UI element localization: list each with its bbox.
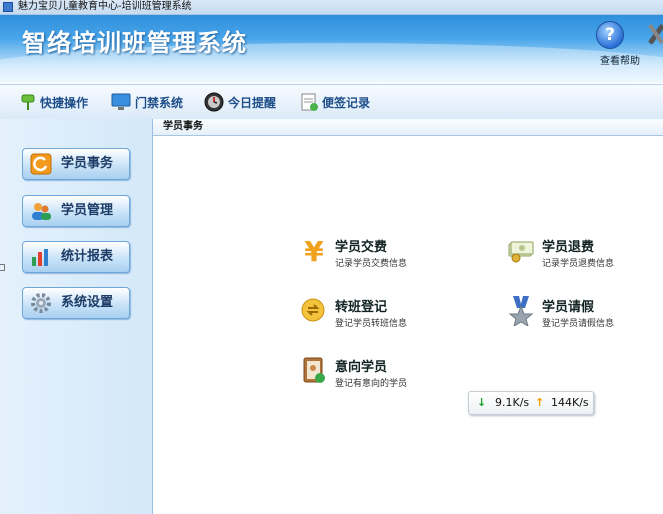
tools-icon xyxy=(648,24,663,45)
toolbar-access-control-label: 门禁系统 xyxy=(135,95,184,110)
toolbar-quick-actions-label: 快捷操作 xyxy=(40,95,89,110)
transfer-icon xyxy=(301,298,325,322)
sidebar-item-student-management[interactable]: 学员管理 xyxy=(22,195,130,227)
help-button[interactable]: ? 查看帮助 xyxy=(590,21,640,71)
toolbar-notes[interactable]: 便签记录 xyxy=(300,90,370,114)
sidebar: 学员事务 学员管理 统计报表 系统设置 xyxy=(0,119,153,514)
window-titlebar: 魅力宝贝儿童教育中心-培训班管理系统 xyxy=(0,0,663,15)
network-speed-widget[interactable]: ↓ 9.1K/s ↑ 144K/s xyxy=(468,391,594,415)
action-title: 意向学员 xyxy=(335,360,388,375)
sidebar-item-label: 学员管理 xyxy=(61,203,114,218)
refresh-icon xyxy=(30,153,52,175)
action-title: 学员交费 xyxy=(335,240,388,255)
clock-icon xyxy=(204,92,224,112)
main-panel-header: 学员事务 xyxy=(153,119,663,136)
money-icon xyxy=(508,241,534,263)
toolbar-today-reminders-label: 今日提醒 xyxy=(228,95,277,110)
download-arrow-icon: ↓ xyxy=(477,396,487,409)
yen-icon: ¥ xyxy=(304,236,324,266)
window-title: 魅力宝贝儿童教育中心-培训班管理系统 xyxy=(18,1,192,12)
sidebar-item-system-settings[interactable]: 系统设置 xyxy=(22,287,130,319)
action-title: 学员请假 xyxy=(542,300,595,315)
contact-book-icon xyxy=(303,357,325,383)
action-description: 登记学员请假信息 xyxy=(542,319,615,329)
app-icon xyxy=(3,2,13,12)
app-title: 智络培训班管理系统 xyxy=(22,29,247,57)
toolbar-quick-actions[interactable]: 快捷操作 xyxy=(20,90,88,114)
gear-icon xyxy=(31,293,51,313)
download-speed: 9.1K/s xyxy=(495,396,530,409)
monitor-icon xyxy=(111,93,131,110)
action-description: 记录学员退费信息 xyxy=(542,259,615,269)
action-title: 学员退费 xyxy=(542,240,595,255)
header-banner: 智络培训班管理系统 ? 查看帮助 功能 xyxy=(0,15,663,83)
functions-button[interactable]: 功能 xyxy=(637,21,663,71)
quick-toolbar: 快捷操作 门禁系统 今日提醒 便签记录 xyxy=(0,84,663,120)
sidebar-item-label: 统计报表 xyxy=(61,249,114,264)
main-panel-title: 学员事务 xyxy=(163,121,203,132)
star-medal-icon xyxy=(508,296,534,326)
upload-speed: 144K/s xyxy=(551,396,589,409)
action-description: 登记有意向的学员 xyxy=(335,379,408,389)
users-icon xyxy=(32,203,51,220)
svg-text:¥: ¥ xyxy=(304,236,324,266)
upload-arrow-icon: ↑ xyxy=(535,396,545,409)
sidebar-item-statistics-reports[interactable]: 统计报表 xyxy=(22,241,130,273)
help-icon: ? xyxy=(596,21,624,49)
edge-marker xyxy=(0,264,5,271)
notepad-icon xyxy=(301,93,318,111)
bar-chart-icon xyxy=(32,249,48,266)
pin-icon xyxy=(21,94,35,110)
sidebar-item-label: 学员事务 xyxy=(61,156,114,171)
toolbar-access-control[interactable]: 门禁系统 xyxy=(111,90,183,114)
toolbar-today-reminders[interactable]: 今日提醒 xyxy=(204,90,276,114)
functions-button-label: 功能 xyxy=(643,52,663,67)
action-description: 记录学员交费信息 xyxy=(335,259,408,269)
sidebar-item-student-affairs[interactable]: 学员事务 xyxy=(22,148,130,180)
sidebar-item-label: 系统设置 xyxy=(61,295,114,310)
action-title: 转班登记 xyxy=(335,300,388,315)
action-description: 登记学员转班信息 xyxy=(335,319,408,329)
toolbar-notes-label: 便签记录 xyxy=(322,95,371,110)
